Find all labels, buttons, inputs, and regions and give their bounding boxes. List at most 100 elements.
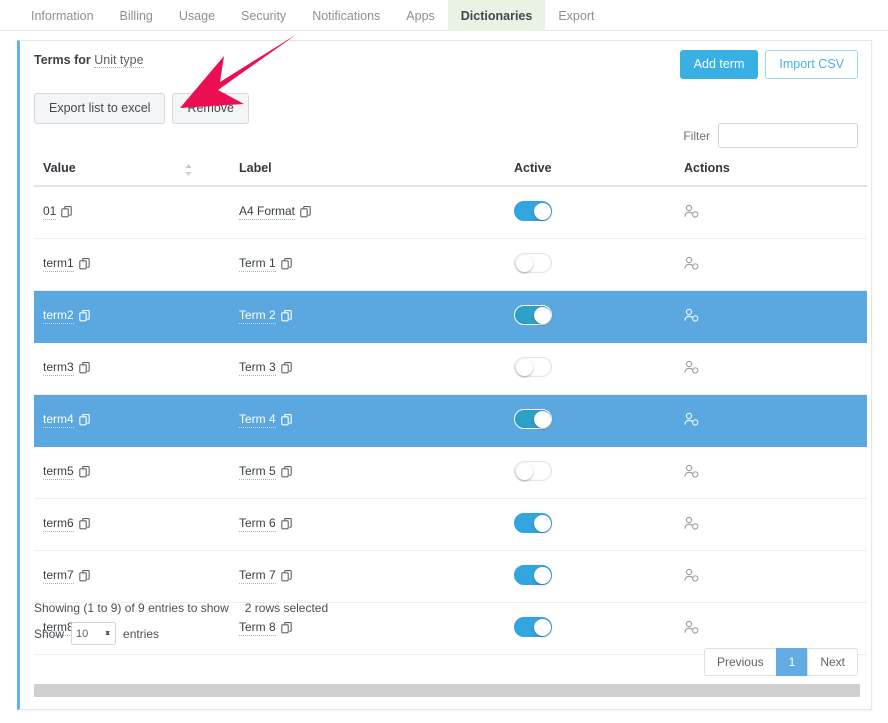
term-value-link[interactable]: term4 [43,413,74,428]
term-value-link[interactable]: term2 [43,309,74,324]
table-row[interactable]: term4 Term 4 [34,395,867,447]
tab-notifications[interactable]: Notifications [299,0,393,31]
tab-apps[interactable]: Apps [393,0,448,31]
term-label-link[interactable]: A4 Format [239,205,295,220]
tab-information[interactable]: Information [18,0,107,31]
cell-active [514,291,684,343]
active-toggle[interactable] [514,513,552,533]
table-row[interactable]: term3 Term 3 [34,343,867,395]
copy-icon[interactable] [281,414,293,426]
copy-icon[interactable] [281,258,293,270]
label-cell-content: Term 2 [239,309,514,324]
column-header-label[interactable]: Label [239,153,514,186]
active-toggle[interactable] [514,461,552,481]
table-row[interactable]: term6 Term 6 [34,499,867,551]
pagination-previous[interactable]: Previous [704,648,777,676]
filter-input[interactable] [718,123,858,148]
tab-export[interactable]: Export [545,0,607,31]
term-label-link[interactable]: Term 7 [239,569,276,584]
manage-user-icon[interactable] [684,620,699,634]
dictionary-terms-panel: Terms for Unit type Add term Import CSV … [17,40,872,710]
copy-icon[interactable] [300,206,312,218]
panel-header-actions: Add term Import CSV [680,50,858,79]
terms-table-body: 01 A4 Format term1 Term 1 term2 Term 2 term3 Te… [34,186,867,655]
active-toggle[interactable] [514,409,552,429]
cell-active [514,343,684,395]
copy-icon[interactable] [281,518,293,530]
term-value-link[interactable]: term1 [43,257,74,272]
manage-user-icon[interactable] [684,412,699,426]
copy-icon[interactable] [79,258,91,270]
manage-user-icon[interactable] [684,360,699,374]
horizontal-scrollbar[interactable] [34,684,860,697]
table-row[interactable]: term2 Term 2 [34,291,867,343]
column-header-value[interactable]: Value [34,153,239,186]
dictionary-type-link[interactable]: Unit type [94,53,143,68]
table-row[interactable]: 01 A4 Format [34,186,867,239]
term-label-link[interactable]: Term 1 [239,257,276,272]
term-label-link[interactable]: Term 4 [239,413,276,428]
page-length-select[interactable]: 10 ▲▼ [71,622,116,645]
active-toggle[interactable] [514,305,552,325]
cell-label: Term 7 [239,551,514,603]
table-row[interactable]: term7 Term 7 [34,551,867,603]
copy-icon[interactable] [61,206,73,218]
term-label-link[interactable]: Term 2 [239,309,276,324]
tab-dictionaries[interactable]: Dictionaries [448,0,546,31]
cell-label: Term 3 [239,343,514,395]
pagination-page-1[interactable]: 1 [776,648,809,676]
tab-billing[interactable]: Billing [107,0,166,31]
import-csv-button[interactable]: Import CSV [765,50,858,79]
tab-usage[interactable]: Usage [166,0,228,31]
manage-user-icon[interactable] [684,568,699,582]
active-toggle[interactable] [514,253,552,273]
show-label: Show [34,627,64,641]
pagination-next[interactable]: Next [807,648,858,676]
cell-label: Term 2 [239,291,514,343]
value-cell-content: term3 [43,361,239,376]
copy-icon[interactable] [281,310,293,322]
pagination: Previous1Next [705,648,858,676]
table-row[interactable]: term5 Term 5 [34,447,867,499]
footer-status-line: Showing (1 to 9) of 9 entries to show 2 … [34,601,328,615]
manage-user-icon[interactable] [684,464,699,478]
active-toggle[interactable] [514,201,552,221]
active-toggle[interactable] [514,565,552,585]
term-value-link[interactable]: term7 [43,569,74,584]
cell-value: term4 [34,395,239,447]
copy-icon[interactable] [79,466,91,478]
copy-icon[interactable] [281,570,293,582]
remove-button[interactable]: Remove [172,93,249,124]
table-row[interactable]: term1 Term 1 [34,239,867,291]
toggle-knob [534,203,551,220]
copy-icon[interactable] [79,310,91,322]
copy-icon[interactable] [281,362,293,374]
rows-selected-text: 2 rows selected [245,601,328,615]
copy-icon[interactable] [79,362,91,374]
manage-user-icon[interactable] [684,308,699,322]
term-label-link[interactable]: Term 6 [239,517,276,532]
copy-icon[interactable] [79,414,91,426]
term-label-link[interactable]: Term 3 [239,361,276,376]
term-value-link[interactable]: 01 [43,205,56,220]
manage-user-icon[interactable] [684,516,699,530]
column-header-active: Active [514,153,684,186]
copy-icon[interactable] [79,518,91,530]
copy-icon[interactable] [79,570,91,582]
cell-active [514,447,684,499]
term-value-link[interactable]: term3 [43,361,74,376]
active-toggle[interactable] [514,617,552,637]
manage-user-icon[interactable] [684,256,699,270]
sort-arrows-icon[interactable] [184,163,193,180]
tab-security[interactable]: Security [228,0,299,31]
copy-icon[interactable] [281,466,293,478]
active-toggle[interactable] [514,357,552,377]
toggle-knob [516,359,533,376]
manage-user-icon[interactable] [684,204,699,218]
term-label-link[interactable]: Term 5 [239,465,276,480]
cell-active [514,499,684,551]
term-value-link[interactable]: term5 [43,465,74,480]
export-list-to-excel-button[interactable]: Export list to excel [34,93,165,124]
term-value-link[interactable]: term6 [43,517,74,532]
add-term-button[interactable]: Add term [680,50,759,79]
